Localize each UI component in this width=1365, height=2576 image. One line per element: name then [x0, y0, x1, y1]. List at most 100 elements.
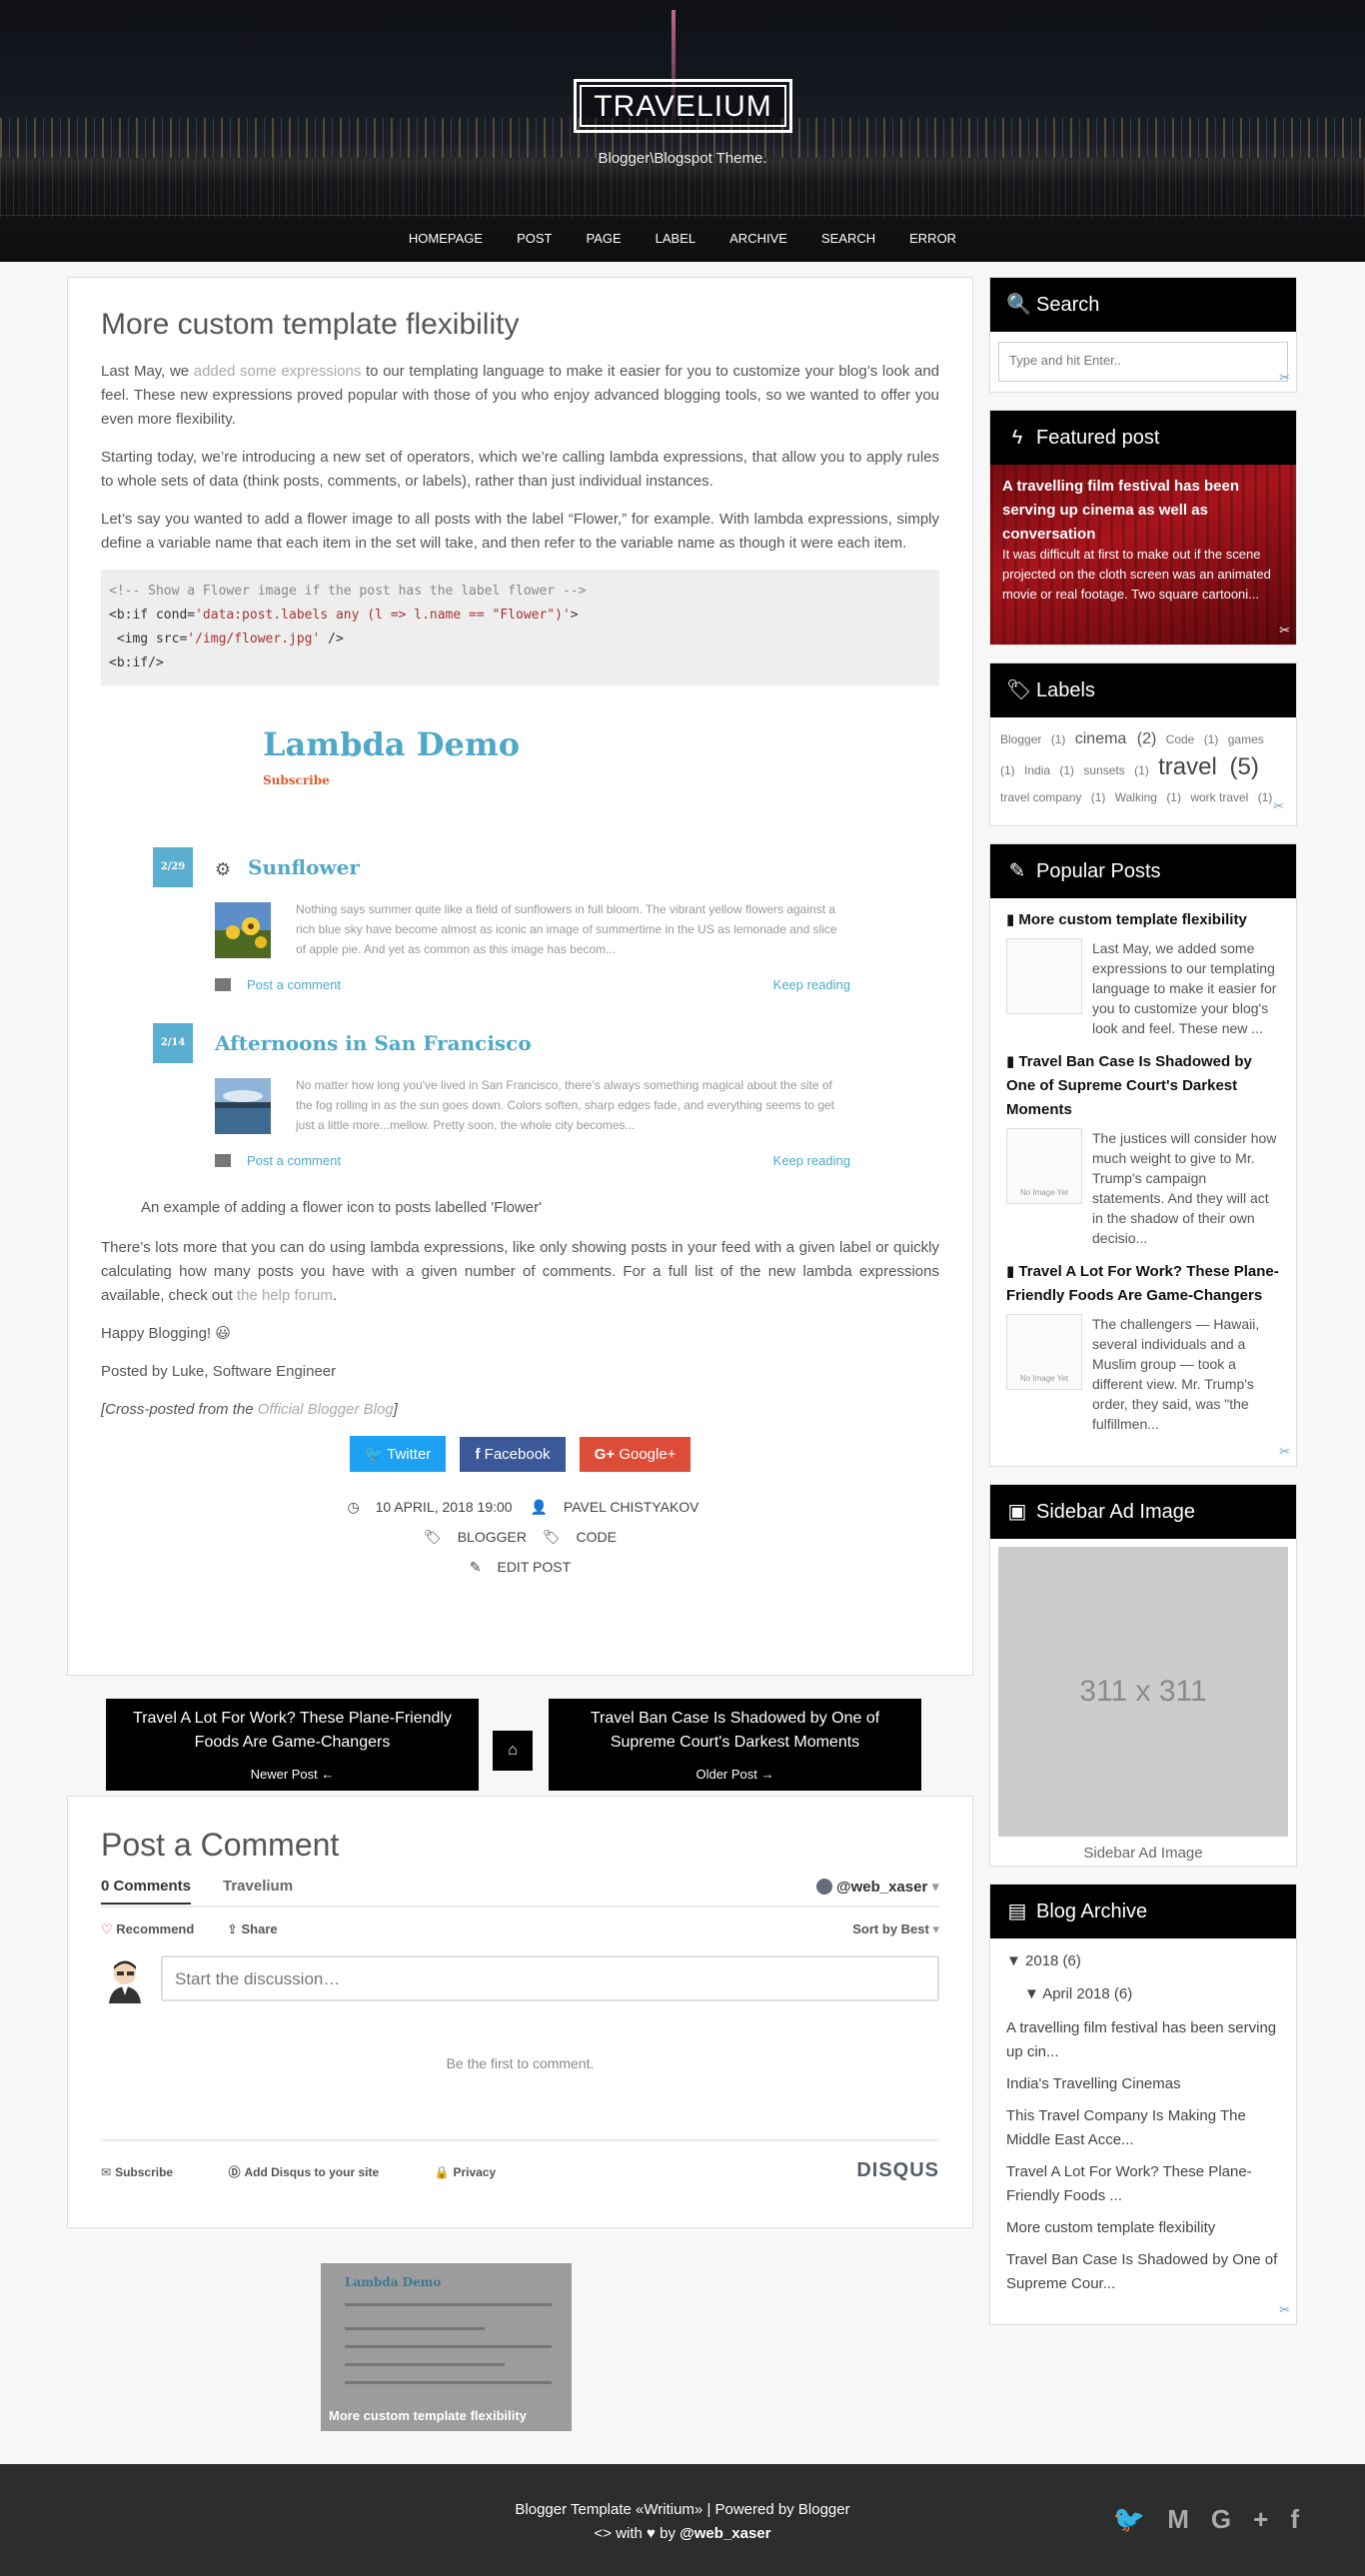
tab-comments[interactable]: 0 Comments	[101, 1878, 192, 1905]
facebook-share-button[interactable]: f Facebook	[460, 1437, 566, 1472]
archive-month-toggle[interactable]: ▼ April 2018 (6)	[1024, 1985, 1280, 2002]
archive-post-link[interactable]: Travel A Lot For Work? These Plane-Frien…	[1006, 2160, 1280, 2208]
nav-error[interactable]: ERROR	[892, 216, 973, 262]
label-item[interactable]: Walking (1)	[1115, 790, 1187, 804]
label-item[interactable]: work travel (1)	[1190, 790, 1278, 804]
nav-label[interactable]: LABEL	[639, 216, 712, 262]
help-forum-link[interactable]: the help forum	[237, 1287, 333, 1304]
user-avatar-icon	[815, 1879, 832, 1895]
text: [Cross-posted from the	[101, 1401, 258, 1418]
subscribe-link[interactable]: ✉ Subscribe	[101, 2165, 199, 2179]
featured-post[interactable]: A travelling film festival has been serv…	[990, 465, 1296, 644]
twitter-icon[interactable]: 🐦	[1113, 2504, 1167, 2534]
search-widget: 🔍 Search Type and hit Enter.. ✂	[989, 277, 1297, 393]
label-code[interactable]: 🏷 CODE	[537, 1529, 623, 1545]
logo-text: TRAVELIUM	[580, 85, 786, 127]
recommend-button[interactable]: ♡ Recommend	[101, 1922, 194, 1937]
twitter-share-button[interactable]: 🐦 Twitter	[349, 1436, 447, 1472]
user-menu[interactable]: @web_xaser ▾	[815, 1878, 939, 1896]
site-logo[interactable]: TRAVELIUM	[574, 79, 792, 133]
expressions-link[interactable]: added some expressions	[194, 363, 362, 380]
keep-reading-link[interactable]: Keep reading	[773, 977, 850, 992]
archive-post-link[interactable]: India's Travelling Cinemas	[1006, 2072, 1280, 2096]
post-paragraph: Posted by Luke, Software Engineer	[101, 1363, 337, 1380]
archive-post-link[interactable]: More custom template flexibility	[1006, 2216, 1280, 2240]
privacy-link[interactable]: 🔒 Privacy	[434, 2165, 522, 2179]
label-item[interactable]: travel company (1)	[1000, 790, 1111, 804]
popular-post-title[interactable]: ▮ Travel Ban Case Is Shadowed by One of …	[1006, 1050, 1280, 1122]
demo-post-excerpt: No matter how long you've lived in San F…	[296, 1078, 834, 1132]
label-item[interactable]: cinema (2)	[1075, 730, 1163, 747]
googleplus-icon: G+	[594, 1446, 620, 1463]
page: TRAVELIUM Blogger\Blogspot Theme. HOMEPA…	[0, 0, 1365, 2576]
main-column: More custom template flexibility Last Ma…	[67, 277, 973, 2228]
popular-post-title[interactable]: ▮ More custom template flexibility	[1006, 908, 1280, 932]
post-author[interactable]: 👤 PAVEL CHISTYAKOV	[525, 1499, 705, 1515]
code-token: >	[570, 608, 579, 623]
disqus-logo[interactable]: DISQUS	[856, 2159, 939, 2182]
search-input[interactable]: Type and hit Enter..	[998, 342, 1288, 382]
nav-post[interactable]: POST	[500, 216, 569, 262]
post-comment-link[interactable]: Post a comment	[215, 1153, 341, 1168]
tab-community[interactable]: Travelium	[223, 1878, 293, 1895]
labels-widget: 🏷 Labels Blogger (1) cinema (2) Code (1) …	[989, 662, 1297, 826]
facebook-icon[interactable]: f	[1290, 2504, 1321, 2534]
nav-page[interactable]: PAGE	[569, 216, 638, 262]
popular-post-thumbnail[interactable]	[1006, 938, 1082, 1014]
author-text: PAVEL CHISTYAKOV	[563, 1499, 699, 1515]
post-paragraph: Starting today, we’re introducing a new …	[101, 449, 939, 490]
keep-reading-link[interactable]: Keep reading	[773, 1153, 850, 1168]
label-item[interactable]: Code (1)	[1166, 732, 1225, 746]
comment-input[interactable]: Start the discussion…	[161, 1955, 939, 2001]
widget-title: Popular Posts	[1036, 860, 1161, 882]
archive-post-link[interactable]: This Travel Company Is Making The Middle…	[1006, 2104, 1280, 2152]
edit-post-link[interactable]: ✎ EDIT POST	[464, 1559, 577, 1575]
label-item[interactable]: India (1)	[1024, 763, 1080, 777]
edit-widget-icon[interactable]: ✂	[1279, 1444, 1290, 1460]
archive-post-link[interactable]: Travel Ban Case Is Shadowed by One of Su…	[1006, 2248, 1280, 2296]
popular-post-title[interactable]: ▮ Travel A Lot For Work? These Plane-Fri…	[1006, 1260, 1280, 1308]
nav-archive[interactable]: ARCHIVE	[712, 216, 804, 262]
share-button[interactable]: ⇪ Share	[227, 1922, 278, 1937]
code-block: <!-- Show a Flower image if the post has…	[101, 570, 939, 685]
googleplus-icon[interactable]: G+	[1211, 2504, 1290, 2534]
label-item[interactable]: Blogger (1)	[1000, 732, 1071, 746]
label-text: BLOGGER	[457, 1529, 527, 1545]
older-post-button[interactable]: Travel Ban Case Is Shadowed by One of Su…	[549, 1699, 921, 1791]
medium-icon[interactable]: M	[1167, 2504, 1211, 2534]
home-button[interactable]: ⌂	[493, 1731, 533, 1771]
no-image-placeholder[interactable]: No Image Yet	[1006, 1314, 1082, 1390]
code-token: <img src=	[109, 632, 188, 646]
sort-dropdown[interactable]: Sort by Best ▾	[852, 1922, 939, 1937]
edit-widget-icon[interactable]: ✂	[1273, 792, 1284, 819]
post-paragraph: Last May, we added some expressions to o…	[101, 360, 939, 432]
edit-widget-icon[interactable]: ✂	[1279, 623, 1290, 639]
post-comment-link[interactable]: Post a comment	[215, 977, 341, 992]
related-post-card[interactable]: Lambda Demo More custom template flexibi…	[321, 2263, 572, 2431]
author-link[interactable]: @web_xaser	[680, 2525, 770, 2542]
widget-title: Labels	[1036, 679, 1095, 701]
comment-actions: ♡ Recommend ⇪ Share Sort by Best ▾	[101, 1908, 939, 1947]
add-disqus-link[interactable]: Ⓓ Add Disqus to your site	[228, 2165, 405, 2179]
title-text: Travel Ban Case Is Shadowed by One of Su…	[1006, 1053, 1252, 1118]
label-blogger[interactable]: 🏷 BLOGGER	[418, 1529, 533, 1545]
site-header: TRAVELIUM Blogger\Blogspot Theme. HOMEPA…	[0, 0, 1365, 262]
edit-widget-icon[interactable]: ✂	[1279, 2302, 1290, 2318]
ad-image[interactable]: 311 x 311	[998, 1547, 1288, 1837]
nav-search[interactable]: SEARCH	[804, 216, 892, 262]
archive-post-link[interactable]: A travelling film festival has been serv…	[1006, 2016, 1280, 2064]
blogger-blog-link[interactable]: Official Blogger Blog	[258, 1401, 394, 1418]
label-item[interactable]: travel (5)	[1158, 753, 1265, 780]
no-image-placeholder[interactable]: No Image Yet	[1006, 1128, 1082, 1204]
nav-homepage[interactable]: HOMEPAGE	[392, 216, 500, 262]
comment-tabs: 0 Comments Travelium @web_xaser ▾	[101, 1878, 939, 1908]
label-item[interactable]: sunsets (1)	[1083, 763, 1154, 777]
newer-post-button[interactable]: Travel A Lot For Work? These Plane-Frien…	[106, 1699, 479, 1791]
archive-year-toggle[interactable]: ▼ 2018 (6)	[1006, 1952, 1280, 1969]
text: ]	[393, 1401, 398, 1418]
archive-icon: ▤	[1007, 1901, 1027, 1923]
googleplus-share-button[interactable]: G+ Google+	[579, 1437, 691, 1472]
older-post-title: Travel Ban Case Is Shadowed by One of Su…	[590, 1710, 880, 1751]
label-name: Walking	[1114, 790, 1157, 804]
edit-widget-icon[interactable]: ✂	[1279, 370, 1290, 386]
